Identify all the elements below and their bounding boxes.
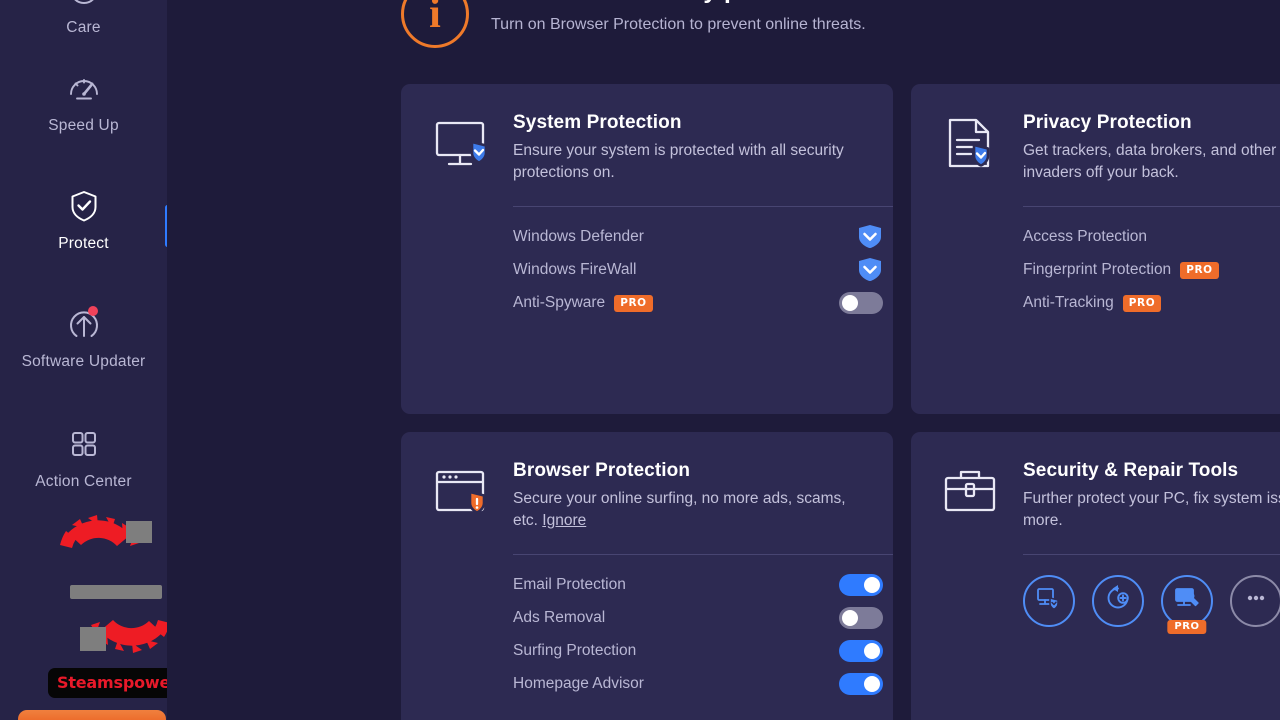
- browser-window-alert-icon: [431, 462, 493, 524]
- document-shield-icon: [941, 114, 1003, 176]
- card-title: Browser Protection: [513, 460, 691, 481]
- pro-badge: PRO: [614, 294, 653, 312]
- protection-status-banner: Your PC is not fully protected! Turn on …: [401, 0, 1280, 62]
- feature-label: Homepage Advisor: [513, 675, 644, 693]
- feature-label: Windows Defender: [513, 228, 644, 246]
- tool-pc-shield[interactable]: [1023, 574, 1075, 627]
- sidebar-item-label: Software Updater: [21, 353, 146, 370]
- tool-restore-point[interactable]: [1092, 574, 1144, 627]
- shield-check-status-icon[interactable]: [857, 224, 883, 250]
- speedometer-icon: [64, 68, 104, 108]
- feature-row: Surfing Protection: [513, 635, 883, 668]
- pro-badge: PRO: [1180, 261, 1219, 279]
- card-browser-protection: Browser Protection Secure your online su…: [401, 432, 893, 720]
- card-divider: [1023, 205, 1280, 207]
- sidebar-item-label: Protect: [58, 235, 109, 252]
- feature-row: Anti-Spyware PRO: [513, 287, 883, 320]
- pro-badge: PRO: [1167, 619, 1207, 634]
- tool-pc-repair[interactable]: PRO: [1161, 574, 1213, 634]
- card-title: Privacy Protection: [1023, 112, 1192, 133]
- card-divider: [513, 205, 893, 207]
- tool-more-options[interactable]: [1230, 574, 1280, 627]
- bottom-action-button[interactable]: [18, 710, 166, 720]
- feature-label: Access Protection: [1023, 228, 1148, 246]
- sidebar-item-protect[interactable]: Protect: [0, 186, 167, 253]
- watermark-gears-graphic: [50, 515, 167, 665]
- pc-shield-tool-icon: [1034, 583, 1064, 618]
- sidebar-item-care[interactable]: Care: [0, 0, 167, 37]
- toggle-homepage-advisor[interactable]: [839, 673, 883, 696]
- ignore-link[interactable]: Ignore: [542, 512, 586, 529]
- card-description: Secure your online surfing, no more ads,…: [513, 488, 863, 532]
- toolbox-icon: [941, 462, 1003, 524]
- feature-label: Fingerprint Protection: [1023, 261, 1172, 279]
- protection-cards-grid: System Protection Ensure your system is …: [401, 84, 1280, 720]
- card-title: System Protection: [513, 112, 682, 133]
- sidebar-item-label: Care: [66, 19, 101, 36]
- feature-row: Fingerprint Protection PRO: [1023, 254, 1280, 287]
- card-privacy-protection: Privacy Protection Get trackers, data br…: [911, 84, 1280, 414]
- watermark-label: Steamspowered: [48, 668, 167, 698]
- feature-label: Email Protection: [513, 576, 626, 594]
- shield-check-icon: [64, 186, 104, 226]
- card-title: Security & Repair Tools: [1023, 460, 1239, 481]
- card-description: Further protect your PC, fix system issu…: [1023, 489, 1280, 529]
- card-system-protection: System Protection Ensure your system is …: [401, 84, 893, 414]
- sidebar-item-label: Action Center: [35, 473, 132, 490]
- toggle-anti-spyware[interactable]: [839, 292, 883, 315]
- card-description: Ensure your system is protected with all…: [513, 141, 844, 181]
- sidebar-item-label: Speed Up: [48, 117, 119, 134]
- more-options-icon: [1241, 583, 1271, 618]
- feature-row: Ads Removal: [513, 602, 883, 635]
- care-icon: [64, 0, 104, 10]
- info-circle-icon: [401, 0, 469, 48]
- pro-badge: PRO: [1122, 294, 1162, 312]
- feature-row: Windows Defender: [513, 221, 883, 254]
- grid-squares-icon: [64, 424, 104, 464]
- feature-label: Windows FireWall: [513, 261, 637, 279]
- sidebar-item-speed-up[interactable]: Speed Up: [0, 68, 167, 135]
- toggle-email-protection[interactable]: [839, 574, 883, 597]
- sidebar-item-software-updater[interactable]: Software Updater: [0, 304, 167, 371]
- feature-row: Windows FireWall: [513, 254, 883, 287]
- notification-dot-badge: [87, 306, 98, 316]
- feature-row: Email Protection: [513, 569, 883, 602]
- banner-title: Your PC is not fully protected!: [491, 0, 866, 5]
- toggle-ads-removal[interactable]: [839, 607, 883, 630]
- feature-label: Anti-Spyware: [513, 294, 606, 312]
- banner-subtitle: Turn on Browser Protection to prevent on…: [491, 15, 866, 33]
- feature-label: Anti-Tracking: [1023, 294, 1114, 312]
- restore-point-tool-icon: [1103, 583, 1133, 618]
- feature-label: Surfing Protection: [513, 642, 637, 660]
- pc-repair-tool-icon: [1172, 583, 1202, 618]
- feature-label: Ads Removal: [513, 609, 606, 627]
- card-divider: [1023, 553, 1280, 555]
- main-content: Your PC is not fully protected! Turn on …: [167, 0, 1280, 720]
- sidebar-navigation: Care Speed Up Protect Software Updater A…: [0, 0, 167, 720]
- card-description: Get trackers, data brokers, and other pr…: [1023, 141, 1280, 181]
- feature-row: Access Protection: [1023, 221, 1280, 254]
- application-window: Care Speed Up Protect Software Updater A…: [0, 0, 1280, 720]
- card-security-repair-tools: Security & Repair Tools Further protect …: [911, 432, 1280, 720]
- toggle-surfing-protection[interactable]: [839, 640, 883, 663]
- monitor-shield-icon: [431, 114, 493, 176]
- feature-row: Homepage Advisor: [513, 668, 883, 701]
- feature-row: Anti-Tracking PRO: [1023, 287, 1280, 320]
- upload-arrow-icon: [64, 304, 104, 344]
- shield-check-status-icon[interactable]: [857, 257, 883, 283]
- card-divider: [513, 553, 893, 555]
- sidebar-item-action-center[interactable]: Action Center: [0, 424, 167, 491]
